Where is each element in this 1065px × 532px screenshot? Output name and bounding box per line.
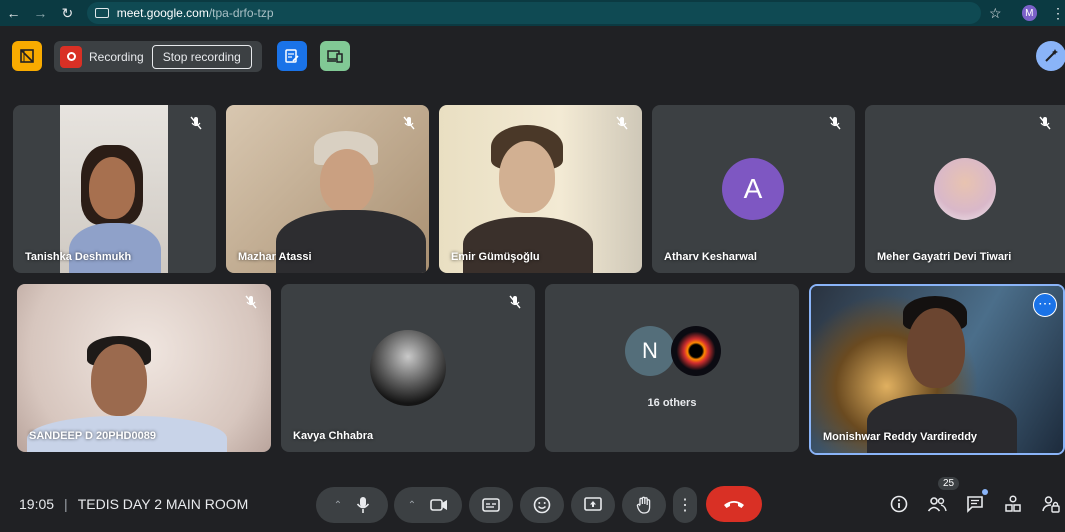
magic-wand-icon <box>1045 49 1058 62</box>
unread-dot <box>982 489 988 495</box>
participant-name: Mazhar Atassi <box>238 251 312 263</box>
devices-icon <box>327 50 343 63</box>
clock-time: 19:05 <box>19 496 55 512</box>
back-arrow-icon[interactable]: ← <box>0 5 27 21</box>
more-options-button[interactable]: ⋮ <box>673 487 697 523</box>
video-feed-detail <box>499 141 555 213</box>
reload-icon[interactable]: ↻ <box>54 5 81 22</box>
video-feed-detail <box>463 217 593 273</box>
meeting-name: TEDIS DAY 2 MAIN ROOM <box>77 496 249 512</box>
url-host: meet.google.com <box>116 6 209 20</box>
meeting-top-bar: Recording Stop recording <box>0 26 1065 88</box>
companion-mode-button[interactable] <box>320 41 350 71</box>
closed-captions-icon <box>482 498 500 512</box>
notes-button[interactable] <box>277 41 307 71</box>
microphone-control[interactable]: ⌃ <box>316 487 388 523</box>
meeting-details-button[interactable] <box>889 494 909 514</box>
hand-icon <box>636 496 651 514</box>
record-icon <box>60 45 82 68</box>
camera-site-icon <box>94 8 109 18</box>
others-count-label: 16 others <box>647 397 697 409</box>
browser-toolbar: ← → ↻ meet.google.com/tpa-drfo-tzp ☆ M ⋮ <box>0 0 1065 26</box>
meeting-info: 19:05 | TEDIS DAY 2 MAIN ROOM <box>19 496 248 512</box>
address-bar[interactable]: meet.google.com/tpa-drfo-tzp <box>86 2 982 24</box>
recording-indicator: Recording Stop recording <box>54 41 262 72</box>
video-feed-detail <box>867 394 1017 453</box>
participant-tile[interactable]: SANDEEP D 20PHD0089 <box>17 284 271 452</box>
avatar: N <box>625 326 675 376</box>
more-vert-icon: ⋮ <box>677 497 693 514</box>
camera-control[interactable]: ⌃ <box>394 487 462 523</box>
leave-call-button[interactable] <box>706 486 762 522</box>
people-icon <box>927 497 947 512</box>
host-controls-button[interactable] <box>1041 494 1061 514</box>
captions-off-button[interactable] <box>12 41 42 71</box>
more-options-icon[interactable]: ⋯ <box>1033 293 1057 317</box>
url-path: /tpa-drfo-tzp <box>208 6 274 20</box>
mic-off-icon <box>1039 116 1051 130</box>
activities-button[interactable] <box>1003 494 1023 514</box>
info-icon <box>890 495 908 513</box>
participant-tile-active[interactable]: ⋯ Monishwar Reddy Vardireddy <box>809 284 1065 455</box>
chevron-up-icon[interactable]: ⌃ <box>334 500 342 511</box>
avatar <box>370 330 446 406</box>
forward-arrow-icon[interactable]: → <box>27 5 54 21</box>
participant-name: Emir Gümüşoğlu <box>451 251 540 263</box>
mic-off-icon <box>829 116 841 130</box>
film-off-icon <box>20 49 34 63</box>
video-feed-detail <box>69 223 161 273</box>
phone-hangup-icon <box>724 501 744 508</box>
lock-person-icon <box>1042 496 1060 513</box>
participants-count-badge: 25 <box>938 477 960 490</box>
avatar <box>671 326 721 376</box>
mic-off-icon <box>403 116 415 130</box>
reactions-button[interactable] <box>520 487 564 523</box>
captions-button[interactable] <box>469 487 513 523</box>
people-button[interactable] <box>927 494 947 514</box>
participant-tile[interactable]: Kavya Chhabra <box>281 284 535 452</box>
video-feed-detail <box>276 210 426 273</box>
participant-tile[interactable]: Mazhar Atassi <box>226 105 429 273</box>
chevron-up-icon[interactable]: ⌃ <box>408 500 416 511</box>
emoji-smile-icon <box>533 496 551 514</box>
others-tile[interactable]: N 16 others <box>545 284 799 452</box>
mic-off-icon <box>245 295 257 309</box>
camera-icon[interactable] <box>430 498 448 512</box>
chat-icon <box>967 496 983 513</box>
bookmark-star-icon[interactable]: ☆ <box>989 5 1002 22</box>
participant-name: Monishwar Reddy Vardireddy <box>823 431 978 443</box>
participant-name: Atharv Kesharwal <box>664 251 757 263</box>
participant-tile[interactable]: Meher Gayatri Devi Tiwari <box>865 105 1065 273</box>
mic-off-icon <box>190 116 202 130</box>
video-feed-detail <box>89 157 135 219</box>
mic-off-icon <box>509 295 521 309</box>
notes-edit-icon <box>285 49 299 63</box>
mic-off-icon <box>616 116 628 130</box>
recording-label: Recording <box>89 49 144 64</box>
stop-recording-button[interactable]: Stop recording <box>151 44 252 69</box>
browser-menu-icon[interactable]: ⋮ <box>1051 5 1065 22</box>
present-screen-icon <box>584 497 602 511</box>
profile-avatar[interactable]: M <box>1021 5 1037 21</box>
video-feed-detail <box>320 149 374 213</box>
present-screen-button[interactable] <box>571 487 615 523</box>
participant-name: Meher Gayatri Devi Tiwari <box>877 251 1012 263</box>
effects-button[interactable] <box>1036 41 1065 71</box>
shapes-icon <box>1005 495 1021 512</box>
participant-tile[interactable]: Emir Gümüşoğlu <box>439 105 642 273</box>
raise-hand-button[interactable] <box>622 487 666 523</box>
avatar: A <box>722 158 784 220</box>
chat-button[interactable] <box>965 489 988 514</box>
divider: | <box>64 496 68 512</box>
participant-name: Kavya Chhabra <box>293 430 374 442</box>
video-feed-detail <box>91 344 147 416</box>
participant-tile[interactable]: A Atharv Kesharwal <box>652 105 855 273</box>
avatar <box>934 158 996 220</box>
microphone-icon[interactable] <box>356 496 370 514</box>
participant-tile[interactable]: Tanishka Deshmukh <box>13 105 216 273</box>
participant-name: SANDEEP D 20PHD0089 <box>29 430 156 442</box>
participant-name: Tanishka Deshmukh <box>25 251 132 263</box>
meeting-controls-bar: 19:05 | TEDIS DAY 2 MAIN ROOM ⌃ ⌃ ⋮ <box>0 480 1065 532</box>
video-feed-detail <box>907 308 965 388</box>
